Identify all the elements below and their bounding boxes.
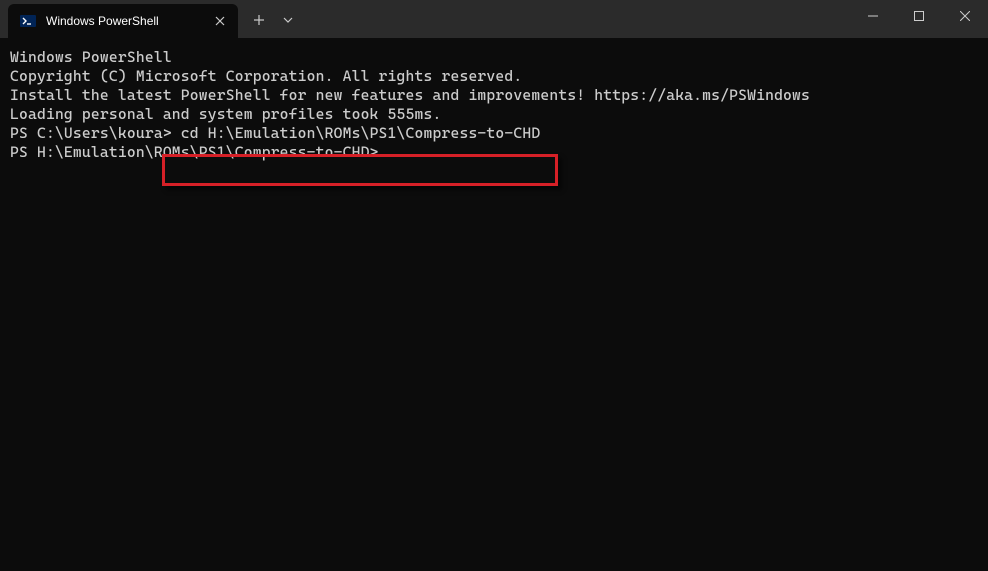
terminal-line: Install the latest PowerShell for new fe… bbox=[10, 86, 978, 105]
close-button[interactable] bbox=[942, 0, 988, 32]
new-tab-button[interactable] bbox=[244, 5, 274, 35]
terminal-line: Loading personal and system profiles too… bbox=[10, 105, 978, 124]
terminal-prompt: PS C:\Users\koura> bbox=[10, 124, 181, 142]
window-controls bbox=[850, 0, 988, 38]
maximize-button[interactable] bbox=[896, 0, 942, 32]
terminal-content[interactable]: Windows PowerShell Copyright (C) Microso… bbox=[0, 38, 988, 571]
powershell-icon bbox=[20, 13, 36, 29]
terminal-line: Copyright (C) Microsoft Corporation. All… bbox=[10, 67, 978, 86]
terminal-prompt-line: PS H:\Emulation\ROMs\PS1\Compress-to-CHD… bbox=[10, 143, 978, 162]
tab-powershell[interactable]: Windows PowerShell bbox=[8, 4, 238, 38]
terminal-prompt-line: PS C:\Users\koura> cd H:\Emulation\ROMs\… bbox=[10, 124, 978, 143]
tab-close-button[interactable] bbox=[212, 13, 228, 29]
terminal-line: Windows PowerShell bbox=[10, 48, 978, 67]
minimize-button[interactable] bbox=[850, 0, 896, 32]
tab-strip: Windows PowerShell bbox=[0, 0, 302, 38]
tab-title: Windows PowerShell bbox=[46, 14, 202, 28]
title-bar: Windows PowerShell bbox=[0, 0, 988, 38]
tab-dropdown-button[interactable] bbox=[274, 5, 302, 35]
terminal-command: cd H:\Emulation\ROMs\PS1\Compress-to-CHD bbox=[181, 124, 541, 142]
